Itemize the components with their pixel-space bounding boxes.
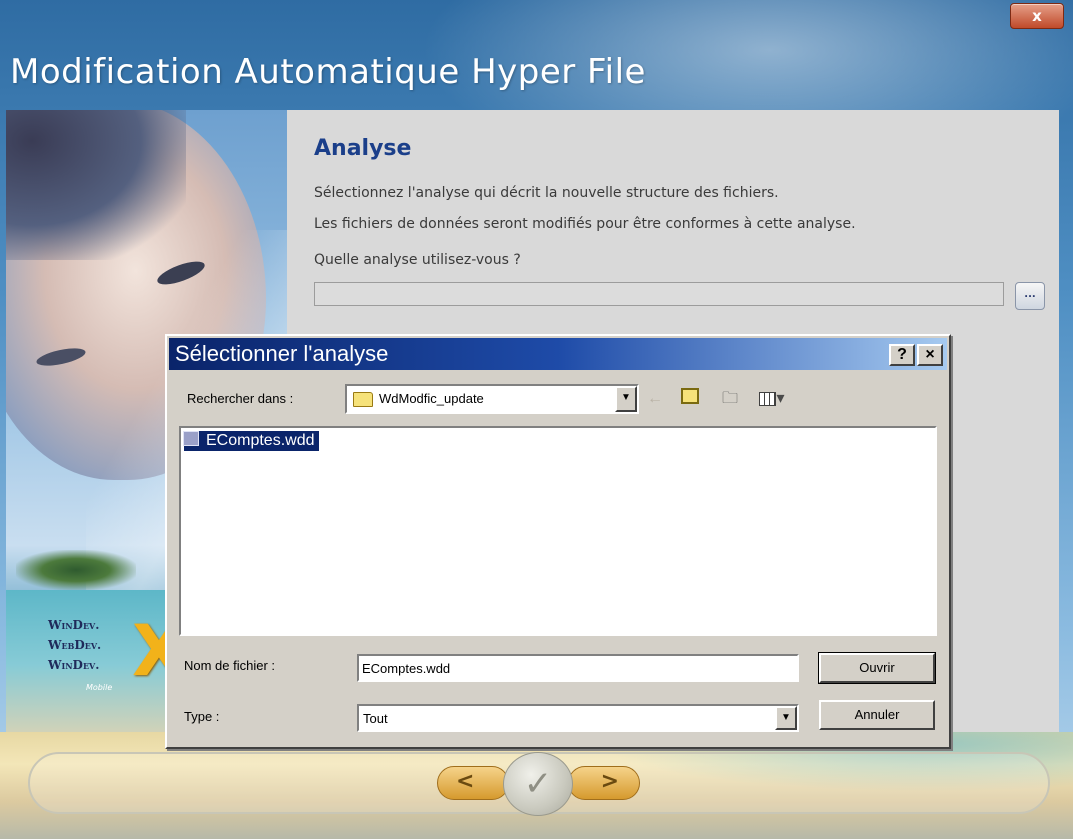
product-logos: WinDev. WebDev. WinDev. (48, 615, 101, 675)
file-list[interactable]: EComptes.wdd (179, 426, 937, 636)
analysis-path-field[interactable] (314, 282, 1004, 306)
next-button[interactable]: > (568, 766, 640, 800)
logo-webdev: WebDev. (48, 638, 102, 652)
dialog-title: Sélectionner l'analyse (175, 341, 389, 366)
logo-windev-mobile: WinDev. (48, 658, 100, 672)
step-description-1: Sélectionnez l'analyse qui décrit la nou… (314, 185, 779, 201)
step-heading: Analyse (314, 136, 412, 161)
type-dropdown[interactable]: Tout ▼ (357, 704, 799, 732)
look-in-dropdown[interactable]: WdModfic_update ▼ (345, 384, 639, 414)
finish-button[interactable]: ✓ (503, 752, 573, 816)
step-description-2: Les fichiers de données seront modifiés … (314, 216, 856, 232)
chevron-down-icon[interactable]: ▼ (615, 386, 637, 412)
dialog-close-button[interactable]: × (917, 344, 943, 366)
filename-input[interactable] (357, 654, 799, 682)
up-folder-icon[interactable] (679, 388, 701, 410)
analysis-file-icon (183, 431, 199, 446)
back-arrow-icon[interactable]: ← (645, 388, 665, 410)
dialog-titlebar[interactable]: Sélectionner l'analyse ? × (169, 338, 947, 370)
list-item[interactable]: EComptes.wdd (184, 431, 319, 451)
analysis-question: Quelle analyse utilisez-vous ? (314, 252, 521, 268)
logo-mobile-label: Mobile (86, 683, 113, 692)
open-button[interactable]: Ouvrir (818, 652, 936, 684)
select-analysis-dialog: Sélectionner l'analyse ? × Rechercher da… (165, 334, 951, 749)
help-button[interactable]: ? (889, 344, 915, 366)
previous-button[interactable]: < (437, 766, 509, 800)
chevron-down-icon[interactable]: ▼ (775, 706, 797, 730)
browse-button[interactable]: ... (1015, 282, 1045, 310)
palm-trees (16, 550, 136, 590)
cancel-button[interactable]: Annuler (819, 700, 935, 730)
wizard-title: Modification Automatique Hyper File (10, 52, 646, 92)
logo-windev: WinDev. (48, 618, 100, 632)
type-value: Tout (363, 711, 388, 726)
filename-label: Nom de fichier : (184, 658, 276, 673)
new-folder-icon[interactable]: 🗀 (719, 388, 741, 410)
look-in-value: WdModfic_update (379, 391, 484, 406)
look-in-label: Rechercher dans : (187, 391, 294, 406)
view-menu-icon[interactable]: ▾ (755, 388, 789, 410)
folder-icon (353, 392, 373, 407)
wizard-close-button[interactable]: x (1010, 3, 1064, 29)
type-label: Type : (184, 709, 220, 724)
